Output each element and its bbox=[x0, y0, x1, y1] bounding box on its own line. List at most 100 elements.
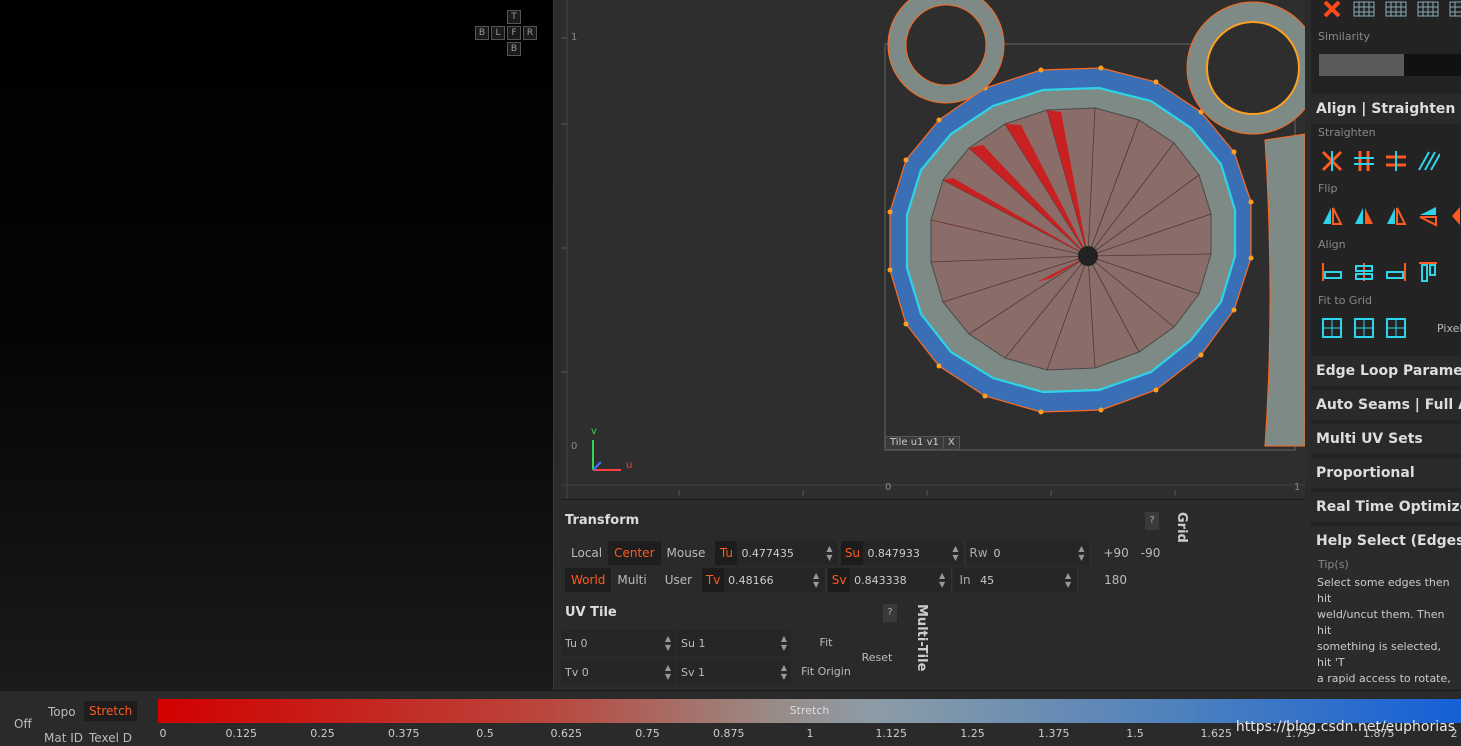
su-spinner[interactable]: ▲ ▼ bbox=[950, 544, 960, 562]
align-right-icon[interactable] bbox=[1383, 259, 1409, 285]
uv-tile-sv-spinner[interactable]: ▲ ▼ bbox=[781, 663, 787, 681]
stretch-scale-label: 0.625 bbox=[550, 727, 583, 740]
straighten-diagonal-icon[interactable] bbox=[1415, 148, 1441, 174]
flip-horizontal-icon[interactable] bbox=[1319, 203, 1345, 229]
uv-canvas[interactable] bbox=[561, 0, 1305, 500]
fit-origin-button[interactable]: Fit Origin bbox=[793, 665, 859, 678]
multi-tile-tab[interactable]: Multi-Tile bbox=[903, 600, 929, 690]
align-top-icon[interactable] bbox=[1415, 259, 1441, 285]
local-button[interactable]: Local bbox=[565, 541, 608, 565]
grid-select-4-icon[interactable] bbox=[1447, 0, 1461, 22]
tile-close-button[interactable]: X bbox=[942, 437, 959, 449]
world-button[interactable]: World bbox=[565, 568, 612, 592]
texel-density-button[interactable]: Texel D bbox=[89, 731, 132, 745]
tv-value[interactable]: 0.48166 bbox=[724, 574, 811, 587]
uv-tile-tv[interactable]: Tv 0 bbox=[565, 666, 589, 679]
fit-grid-3-icon[interactable] bbox=[1383, 315, 1409, 341]
uv-tile-su-field[interactable]: Su 1 ▲ ▼ bbox=[677, 630, 791, 656]
close-x-icon[interactable] bbox=[1319, 0, 1345, 22]
nav-cube-front[interactable]: F bbox=[507, 26, 521, 40]
off-button[interactable]: Off bbox=[14, 717, 32, 731]
similarity-slider[interactable] bbox=[1319, 54, 1461, 76]
grid-select-icon[interactable] bbox=[1351, 0, 1377, 22]
section-multi-uv-sets[interactable]: Multi UV Sets bbox=[1311, 424, 1461, 454]
nav-cube-right[interactable]: R bbox=[523, 26, 537, 40]
flip-horizontal-2-icon[interactable] bbox=[1351, 203, 1377, 229]
nav-cube-back[interactable]: B bbox=[475, 26, 489, 40]
nav-cube-bottom[interactable]: B bbox=[507, 42, 521, 56]
straighten-vertical-icon[interactable] bbox=[1351, 148, 1377, 174]
rotate-minus90-button[interactable]: -90 bbox=[1135, 541, 1167, 565]
fit-grid-1-icon[interactable] bbox=[1319, 315, 1345, 341]
in-spinner[interactable]: ▲ ▼ bbox=[1063, 571, 1073, 589]
align-straighten-flip-header[interactable]: Align | Straighten | Flip bbox=[1311, 94, 1461, 124]
tv-spinner[interactable]: ▲ ▼ bbox=[811, 571, 821, 589]
uv-tile-tu-spinner[interactable]: ▲ ▼ bbox=[665, 634, 671, 652]
pixel-label[interactable]: Pixel bbox=[1437, 322, 1461, 335]
sv-value[interactable]: 0.843338 bbox=[850, 574, 937, 587]
section-proportional[interactable]: Proportional bbox=[1311, 458, 1461, 488]
grid-select-2-icon[interactable] bbox=[1383, 0, 1409, 22]
grid-select-3-icon[interactable] bbox=[1415, 0, 1441, 22]
tile-name: Tile u1 v1 bbox=[890, 437, 939, 448]
uv-tile-help-button[interactable]: ? bbox=[883, 604, 897, 622]
flip-rotate-icon[interactable] bbox=[1447, 203, 1461, 229]
su-value[interactable]: 0.847933 bbox=[863, 547, 950, 560]
straighten-auto-icon[interactable] bbox=[1319, 148, 1345, 174]
fit-button[interactable]: Fit bbox=[793, 636, 859, 649]
transform-help-button[interactable]: ? bbox=[1145, 512, 1159, 530]
rotate-plus90-button[interactable]: +90 bbox=[1097, 541, 1134, 565]
section-real-time-optimize[interactable]: Real Time Optimize bbox=[1311, 492, 1461, 522]
align-label: Align bbox=[1318, 238, 1346, 251]
fit-grid-2-icon[interactable] bbox=[1351, 315, 1377, 341]
uv-tile-su-spinner[interactable]: ▲ ▼ bbox=[781, 634, 787, 652]
nav-cube-left[interactable]: L bbox=[491, 26, 505, 40]
tu-value[interactable]: 0.477435 bbox=[737, 547, 824, 560]
su-field[interactable]: Su 0.847933 ▲ ▼ bbox=[841, 541, 966, 565]
stretch-button[interactable]: Stretch bbox=[84, 701, 138, 721]
topo-button[interactable]: Topo bbox=[48, 705, 76, 719]
grid-tab[interactable]: Grid bbox=[1165, 508, 1189, 598]
uv-tile-tv-spinner[interactable]: ▲ ▼ bbox=[665, 663, 671, 681]
in-field[interactable]: In 45 ▲ ▼ bbox=[954, 568, 1079, 592]
viewport-splitter[interactable] bbox=[553, 0, 561, 690]
uv-tile-sv-field[interactable]: Sv 1 ▲ ▼ bbox=[677, 659, 791, 685]
rotate-180-button[interactable]: 180 bbox=[1098, 568, 1133, 592]
section-edge-loop-parameters[interactable]: Edge Loop Parameters bbox=[1311, 356, 1461, 386]
section-help-select-edges[interactable]: Help Select (Edges) bbox=[1311, 526, 1461, 556]
section-auto-seams[interactable]: Auto Seams | Full AUTO bbox=[1311, 390, 1461, 420]
uv-island-ring-right bbox=[1186, 1, 1305, 135]
sv-field[interactable]: Sv 0.843338 ▲ ▼ bbox=[828, 568, 953, 592]
transform-title[interactable]: Transform bbox=[561, 508, 1159, 534]
uv-tile-tu[interactable]: Tu 0 bbox=[565, 637, 588, 650]
multi-button[interactable]: Multi bbox=[611, 568, 652, 592]
uv-tile-su[interactable]: Su 1 bbox=[681, 637, 705, 650]
mat-id-button[interactable]: Mat ID bbox=[44, 731, 83, 745]
mouse-button[interactable]: Mouse bbox=[661, 541, 712, 565]
user-button[interactable]: User bbox=[653, 568, 698, 592]
uv-tile-title[interactable]: UV Tile bbox=[561, 600, 899, 626]
straighten-horizontal-icon[interactable] bbox=[1383, 148, 1409, 174]
tv-field[interactable]: Tv 0.48166 ▲ ▼ bbox=[702, 568, 827, 592]
uv-tile-tu-field[interactable]: Tu 0 ▲ ▼ bbox=[561, 630, 675, 656]
rw-field[interactable]: Rw 0 ▲ ▼ bbox=[967, 541, 1092, 565]
uv-editor[interactable]: 1 0 0 1 v u Tile u1 v1 X bbox=[561, 0, 1305, 500]
3d-viewport[interactable]: T B L F R B bbox=[0, 0, 553, 690]
center-button[interactable]: Center bbox=[608, 541, 661, 565]
nav-cube-top[interactable]: T bbox=[507, 10, 521, 24]
align-left-icon[interactable] bbox=[1319, 259, 1345, 285]
in-value[interactable]: 45 bbox=[976, 574, 1063, 587]
uv-tile-sv[interactable]: Sv 1 bbox=[681, 666, 705, 679]
align-center-icon[interactable] bbox=[1351, 259, 1377, 285]
flip-mirror-icon[interactable] bbox=[1383, 203, 1409, 229]
flip-vertical-icon[interactable] bbox=[1415, 203, 1441, 229]
top-icon-row bbox=[1311, 0, 1461, 24]
rw-spinner[interactable]: ▲ ▼ bbox=[1076, 544, 1086, 562]
uv-tile-tv-field[interactable]: Tv 0 ▲ ▼ bbox=[561, 659, 675, 685]
stretch-scale-label: 0 bbox=[159, 727, 167, 740]
reset-button[interactable]: Reset bbox=[859, 651, 895, 664]
rw-value[interactable]: 0 bbox=[989, 547, 1076, 560]
sv-spinner[interactable]: ▲ ▼ bbox=[937, 571, 947, 589]
tu-field[interactable]: Tu 0.477435 ▲ ▼ bbox=[715, 541, 840, 565]
tu-spinner[interactable]: ▲ ▼ bbox=[824, 544, 834, 562]
